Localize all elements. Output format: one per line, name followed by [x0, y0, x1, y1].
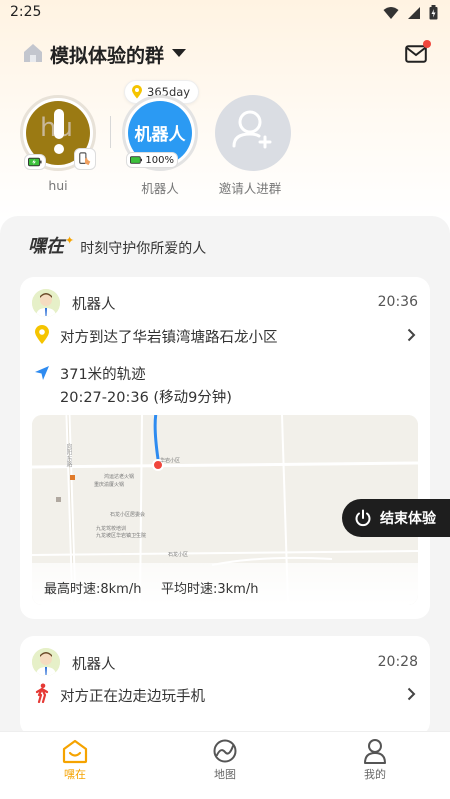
- chevron-down-icon[interactable]: [172, 49, 186, 58]
- person-avatar-icon: [32, 648, 60, 676]
- max-speed: 最高时速:8km/h: [44, 582, 142, 597]
- wifi-icon: [383, 6, 399, 19]
- status-bar: 2:25: [0, 0, 450, 26]
- battery-percent: 100%: [145, 154, 174, 166]
- event-user-name: 机器人: [72, 297, 116, 313]
- map-label-poi: 石龙小区居委会: [110, 512, 146, 518]
- member-name-invite[interactable]: 邀请人进群: [200, 178, 300, 197]
- bottom-tab-bar: 嘿在 地图 我的: [0, 731, 450, 799]
- track-title: 371米的轨迹: [60, 367, 146, 383]
- home-tab-icon: [62, 739, 88, 764]
- location-pin-icon: [132, 85, 142, 99]
- map-label-road: 向阳东路: [65, 443, 72, 467]
- end-trial-label: 结束体验: [380, 511, 436, 527]
- phone-usage-badge: [74, 148, 96, 170]
- member-name-hui: hui: [48, 178, 68, 193]
- message-button[interactable]: [405, 40, 431, 64]
- status-icons: [383, 5, 438, 20]
- map-tab-icon: [213, 739, 237, 763]
- members-row: hu hui 365day 机器人 100% 机器人 邀请人进: [0, 80, 450, 200]
- tab-label: 我的: [364, 768, 386, 781]
- group-header: 模拟体验的群: [0, 38, 450, 70]
- tab-heizai[interactable]: 嘿在: [0, 732, 150, 799]
- mail-icon: [405, 45, 427, 63]
- event-card-arrival[interactable]: 机器人 20:36 对方到达了华岩镇湾塘路石龙小区 371米的轨迹 20:27-…: [20, 277, 430, 619]
- brand-name: 嘿在: [28, 236, 64, 257]
- battery-charging-badge: [24, 154, 46, 170]
- profile-tab-icon: [364, 739, 386, 764]
- group-title[interactable]: 模拟体验的群: [50, 41, 164, 68]
- tab-map[interactable]: 地图: [150, 732, 300, 799]
- alert-icon: [54, 109, 64, 154]
- phone-touch-icon: [79, 152, 91, 166]
- signal-icon: [408, 6, 420, 19]
- slogan-text: 时刻守护你所爱的人: [80, 241, 207, 257]
- sparkle-icon: ✦: [65, 234, 75, 247]
- notification-dot: [423, 40, 431, 48]
- activity-text: 对方正在边走边玩手机: [60, 689, 205, 705]
- event-card-activity[interactable]: 机器人 20:28 对方正在边走边玩手机: [20, 636, 430, 736]
- walking-icon: [35, 683, 49, 703]
- chevron-right-icon[interactable]: [407, 328, 416, 342]
- invite-member-button[interactable]: [215, 95, 291, 171]
- add-user-icon: [232, 110, 272, 149]
- event-time: 20:28: [377, 654, 418, 670]
- map-label-poi: 鸿运达老火锅: [104, 474, 135, 480]
- map-label-poi: 九龙坡区华岩镇卫生院: [96, 533, 147, 539]
- power-icon: [355, 509, 371, 527]
- end-trial-button[interactable]: 结束体验: [342, 499, 450, 537]
- track-time: 20:27-20:36 (移动9分钟): [60, 390, 232, 406]
- event-time: 20:36: [377, 294, 418, 310]
- map-label-poi: 石龙小区: [168, 552, 189, 558]
- avg-speed: 平均时速:3km/h: [161, 582, 259, 597]
- location-pin-icon: [35, 325, 49, 344]
- map-label-poi: 重庆渝厦火锅: [94, 482, 125, 488]
- robot-user-avatar: [32, 289, 60, 317]
- map-label-poi: 九龙驾校培训: [96, 526, 127, 532]
- battery-icon: [429, 5, 438, 20]
- battery-badge: 100%: [126, 152, 178, 168]
- event-user-name: 机器人: [72, 657, 116, 673]
- chevron-right-icon[interactable]: [407, 687, 416, 701]
- location-text: 对方到达了华岩镇湾塘路石龙小区: [60, 330, 278, 346]
- slogan: 嘿在 ✦ 时刻守护你所爱的人: [28, 234, 206, 258]
- member-divider: [110, 116, 111, 148]
- home-icon[interactable]: [22, 42, 44, 64]
- person-avatar-icon: [32, 289, 60, 317]
- robot-user-avatar: [32, 648, 60, 676]
- member-name-robot: 机器人: [141, 181, 179, 196]
- tab-label: 地图: [214, 768, 236, 781]
- tab-profile[interactable]: 我的: [300, 732, 450, 799]
- avatar-text: 机器人: [134, 125, 186, 145]
- map-label-poi: 华岩小区: [160, 458, 181, 464]
- battery-full-icon: [130, 156, 142, 164]
- tab-label: 嘿在: [64, 768, 86, 781]
- activity-feed: 嘿在 ✦ 时刻守护你所爱的人 机器人 20:36 对方到达了华岩镇湾塘路石龙小区…: [0, 216, 450, 736]
- navigation-arrow-icon: [35, 366, 49, 380]
- battery-charging-icon: [28, 157, 42, 167]
- status-time: 2:25: [10, 4, 42, 20]
